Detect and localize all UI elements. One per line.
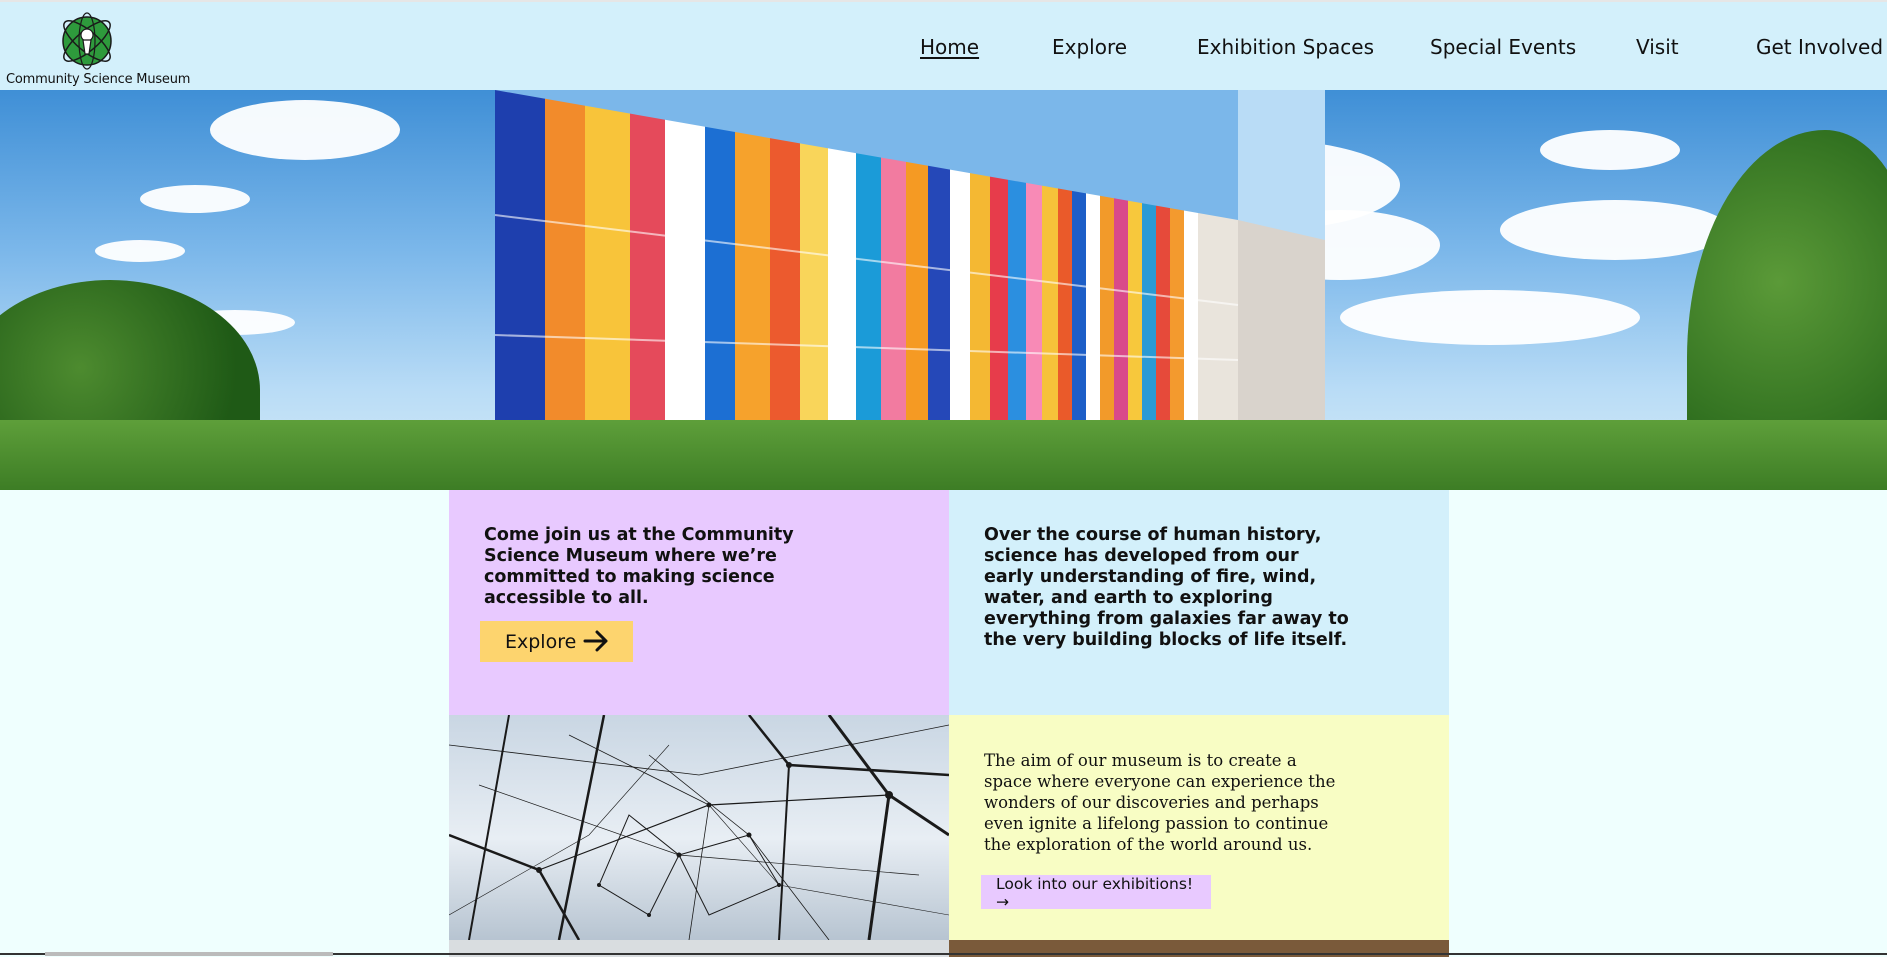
explore-button[interactable]: Explore [480,621,633,662]
atom-logo-icon [62,12,112,70]
nav-exhibition-spaces[interactable]: Exhibition Spaces [1197,35,1374,59]
nav-get-involved[interactable]: Get Involved [1756,35,1883,59]
nav-special-events[interactable]: Special Events [1430,35,1576,59]
glass-facade-graphic [494,90,1325,462]
explore-button-label: Explore [505,630,577,653]
aim-text: The aim of our museum is to create a spa… [984,751,1336,854]
horizontal-scrollbar-thumb[interactable] [45,952,333,956]
nav-home[interactable]: Home [920,35,979,59]
cloud [1540,130,1680,170]
museum-logo[interactable]: Community Science Museum [6,6,190,90]
logo-text: Community Science Museum [6,72,191,87]
museum-building [455,90,1325,470]
network-structure-graphic [449,715,949,940]
history-text: Over the course of human history, scienc… [984,525,1349,650]
cloud [95,240,185,262]
arrow-right-icon [583,630,608,652]
hero-museum-image [0,90,1887,490]
grass [0,420,1887,490]
molecular-structure-image [449,715,949,940]
nav-visit[interactable]: Visit [1636,35,1679,59]
exhibitions-button[interactable]: Look into our exhibitions! → [981,875,1211,911]
site-header: Community Science Museum Home Explore Ex… [0,0,1887,90]
cloud [210,100,400,160]
intro-headline: Come join us at the Community Science Mu… [484,525,794,608]
cloud [1500,200,1730,260]
nav-explore[interactable]: Explore [1052,35,1127,59]
cloud [140,185,250,213]
cloud [1340,290,1640,345]
